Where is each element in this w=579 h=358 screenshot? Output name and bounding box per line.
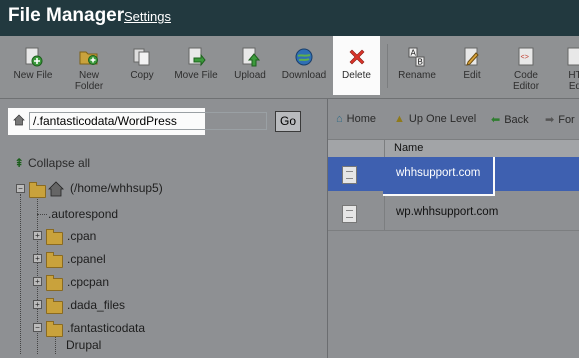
- home-icon: ⌂: [336, 113, 343, 125]
- move-file-label: Move File: [174, 70, 218, 81]
- copy-button[interactable]: Copy: [124, 42, 160, 98]
- tree-connector: [37, 214, 47, 215]
- delete-label: Delete: [342, 70, 371, 81]
- upload-icon: [242, 47, 260, 67]
- rename-label: Rename: [398, 70, 436, 81]
- svg-text:A: A: [411, 49, 417, 58]
- app-title: File Manager: [8, 5, 125, 26]
- nav-forward-label: For: [558, 114, 575, 126]
- document-icon: [342, 166, 357, 184]
- html-editor-label: HT Ed: [568, 70, 579, 92]
- new-file-label: New File: [13, 70, 53, 81]
- go-button[interactable]: Go: [275, 111, 301, 132]
- expand-toggle[interactable]: +: [33, 277, 42, 286]
- new-folder-icon: [79, 51, 98, 65]
- back-arrow-icon: ⬅: [491, 114, 501, 126]
- svg-text:<>: <>: [521, 54, 529, 62]
- icon-column-header: [328, 140, 385, 157]
- edit-label: Edit: [463, 70, 481, 81]
- table-header: Name: [328, 139, 579, 158]
- download-button[interactable]: Download: [278, 42, 330, 98]
- folder-icon: [46, 252, 63, 268]
- file-name: wp.whhsupport.com: [396, 206, 499, 218]
- name-column-header[interactable]: Name: [394, 142, 423, 154]
- file-list-pane: ⌂ Home ▲ Up One Level ⬅ Back ➡ For Name whhs…: [327, 99, 579, 358]
- copy-icon: [133, 48, 150, 66]
- nav-forward-button[interactable]: ➡ For: [545, 113, 575, 126]
- move-file-button[interactable]: Move File: [170, 42, 222, 98]
- folder-open-icon: [46, 321, 63, 337]
- toolbar: New File New Folder Copy Move File Uploa…: [0, 36, 579, 99]
- collapse-all-link[interactable]: ⇞ Collapse all: [14, 156, 90, 170]
- document-icon: [342, 205, 357, 223]
- html-editor-button[interactable]: HT Ed: [560, 42, 579, 98]
- download-icon: [295, 48, 313, 66]
- new-file-button[interactable]: New File: [8, 42, 58, 98]
- tree-item[interactable]: Drupal: [66, 337, 101, 353]
- row-icon-cell: [328, 196, 385, 230]
- collapse-toggle[interactable]: −: [16, 184, 25, 193]
- expand-toggle[interactable]: +: [33, 300, 42, 309]
- expand-toggle[interactable]: +: [33, 254, 42, 263]
- nav-up-label: Up One Level: [408, 113, 477, 125]
- home-folder-icon: [48, 181, 64, 197]
- move-file-icon: [188, 47, 206, 67]
- edit-icon: [464, 47, 479, 66]
- nav-bar: ⌂ Home ▲ Up One Level ⬅ Back ➡ For: [328, 109, 579, 131]
- file-name: whhsupport.com: [396, 167, 481, 179]
- folder-icon: [29, 182, 46, 198]
- tree-item[interactable]: .cpanel: [67, 251, 106, 267]
- app-header: File Manager Settings: [0, 0, 579, 36]
- delete-icon: [349, 49, 364, 65]
- rename-button[interactable]: A B Rename: [394, 42, 440, 98]
- nav-up-button[interactable]: ▲ Up One Level: [394, 113, 476, 125]
- upload-button[interactable]: Upload: [230, 42, 270, 98]
- svg-text:B: B: [418, 58, 423, 67]
- nav-back-button[interactable]: ⬅ Back: [491, 113, 529, 126]
- table-row[interactable]: wp.whhsupport.com: [328, 196, 579, 231]
- collapse-all-label: Collapse all: [28, 156, 91, 170]
- upload-label: Upload: [234, 70, 266, 81]
- collapse-arrow-icon: ⇞: [14, 156, 25, 170]
- tree-root[interactable]: (/home/whhsup5): [70, 180, 163, 196]
- tree-item[interactable]: .cpan: [67, 228, 96, 244]
- toolbar-separator: [387, 44, 388, 88]
- html-editor-icon: [567, 47, 579, 66]
- home-icon: [13, 114, 25, 126]
- tree-connector: [20, 194, 21, 354]
- rename-icon: A B: [408, 47, 425, 67]
- selected-name-cell[interactable]: whhsupport.com: [383, 157, 495, 196]
- code-editor-label: Code Editor: [512, 70, 540, 92]
- copy-label: Copy: [130, 70, 154, 81]
- row-icon-cell: [328, 157, 385, 191]
- up-folder-icon: ▲: [394, 113, 405, 125]
- folder-icon: [46, 275, 63, 291]
- download-label: Download: [281, 70, 327, 81]
- expand-toggle[interactable]: +: [33, 231, 42, 240]
- new-folder-label: New Folder: [74, 70, 104, 92]
- code-editor-button[interactable]: <> Code Editor: [504, 42, 548, 98]
- edit-button[interactable]: Edit: [454, 42, 490, 98]
- nav-home-label: Home: [346, 113, 376, 125]
- path-input[interactable]: [29, 112, 267, 130]
- settings-link[interactable]: Settings: [124, 9, 171, 24]
- nav-back-label: Back: [504, 114, 529, 126]
- code-editor-icon: <>: [518, 47, 534, 66]
- new-folder-button[interactable]: New Folder: [66, 42, 112, 98]
- tree-item[interactable]: .fantasticodata: [67, 320, 145, 336]
- collapse-toggle[interactable]: −: [33, 323, 42, 332]
- new-file-icon: [25, 47, 43, 67]
- tree-item[interactable]: .dada_files: [67, 297, 125, 313]
- nav-home-button[interactable]: ⌂ Home: [336, 113, 376, 125]
- folder-icon: [46, 229, 63, 245]
- forward-arrow-icon: ➡: [545, 114, 555, 126]
- tree-item[interactable]: .autorespond: [48, 206, 118, 222]
- tree-item[interactable]: .cpcpan: [67, 274, 109, 290]
- folder-icon: [46, 298, 63, 314]
- delete-button[interactable]: Delete: [333, 36, 380, 95]
